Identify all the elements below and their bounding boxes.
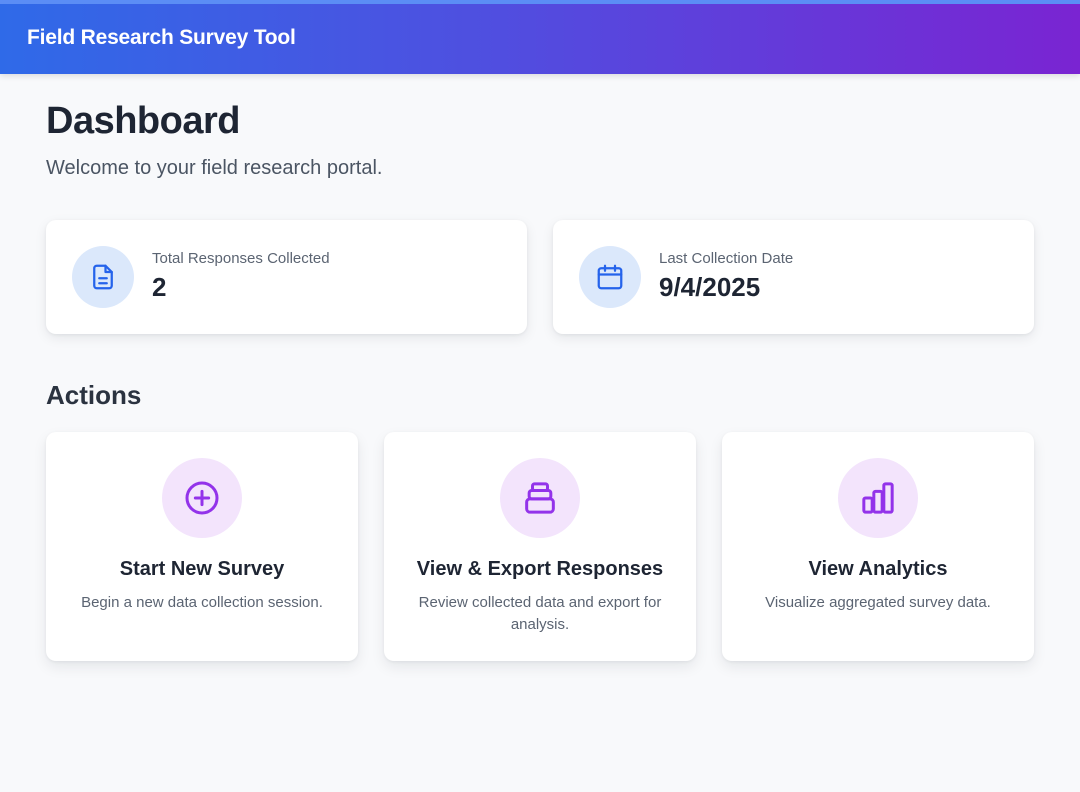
calendar-icon (579, 246, 641, 308)
document-icon (72, 246, 134, 308)
stat-label: Last Collection Date (659, 250, 794, 267)
bar-chart-icon (838, 458, 918, 538)
database-icon (500, 458, 580, 538)
stat-card-last-collection: Last Collection Date 9/4/2025 (553, 220, 1034, 334)
app-header: Field Research Survey Tool (0, 0, 1080, 74)
actions-heading: Actions (46, 380, 142, 410)
app-title[interactable]: Field Research Survey Tool (27, 26, 296, 50)
stat-card-total-responses: Total Responses Collected 2 (46, 220, 527, 334)
action-title: Start New Survey (119, 558, 285, 580)
start-new-survey-card[interactable]: Start New Survey Begin a new data collec… (46, 432, 358, 661)
stat-value: 9/4/2025 (659, 272, 761, 302)
plus-circle-icon (162, 458, 242, 538)
page-subtitle: Welcome to your field research portal. (46, 157, 383, 179)
action-description: Visualize aggregated survey data. (765, 594, 991, 611)
view-export-responses-card[interactable]: View & Export Responses Review collected… (384, 432, 696, 661)
action-title: View & Export Responses (416, 558, 664, 580)
action-description: Begin a new data collection session. (81, 594, 323, 611)
action-description: Review collected data and export for ana… (418, 594, 662, 633)
action-title: View Analytics (808, 558, 948, 580)
view-analytics-card[interactable]: View Analytics Visualize aggregated surv… (722, 432, 1034, 661)
stat-label: Total Responses Collected (152, 250, 330, 267)
page-title: Dashboard (46, 100, 240, 142)
stat-value: 2 (152, 272, 167, 302)
